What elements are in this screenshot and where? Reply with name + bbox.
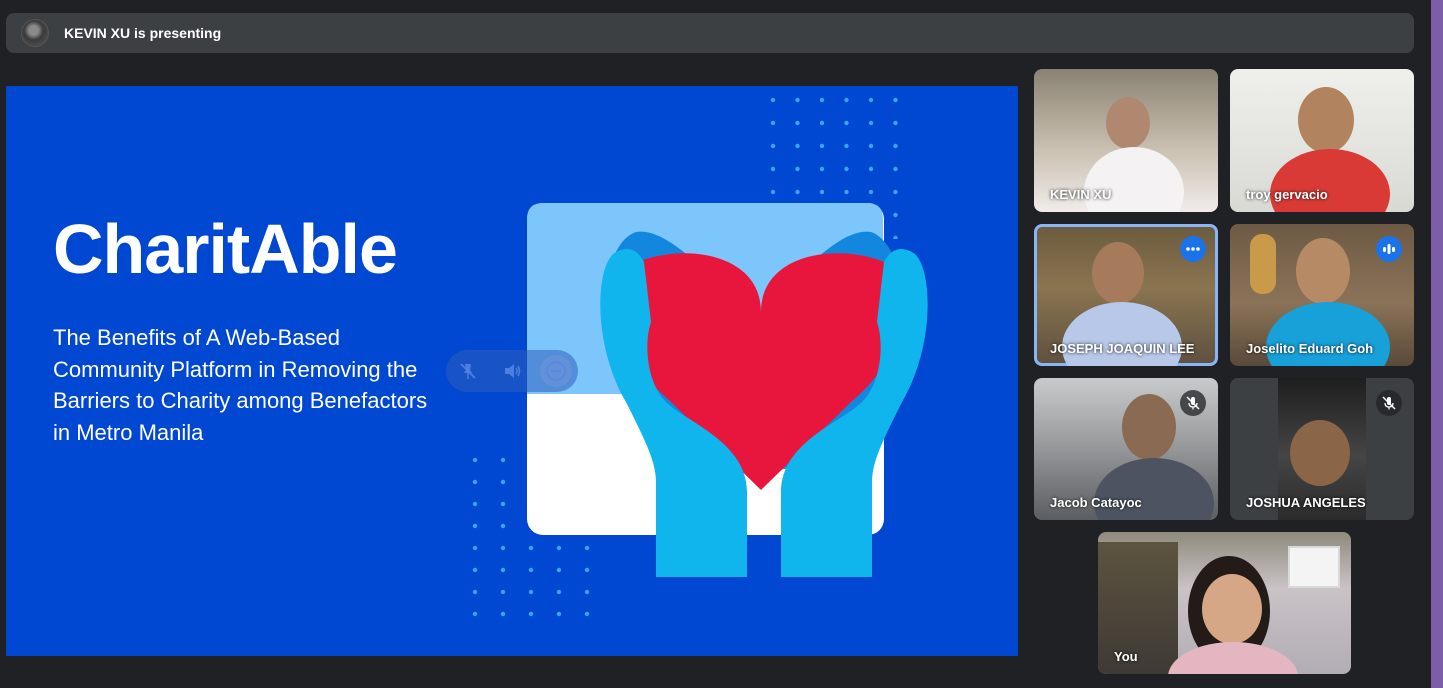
- remove-icon: [546, 361, 566, 381]
- slide-subtitle: The Benefits of A Web-Based Community Pl…: [53, 325, 428, 445]
- participant-video: [1266, 302, 1390, 366]
- participant-name: JOSHUA ANGELES: [1246, 495, 1366, 510]
- remove-button[interactable]: [540, 355, 572, 387]
- participant-name: Joselito Eduard Goh: [1246, 341, 1374, 356]
- volume-button[interactable]: [496, 355, 528, 387]
- participant-tile[interactable]: JOSHUA ANGELES: [1230, 378, 1414, 520]
- participant-video: [1290, 420, 1350, 486]
- participant-name: You: [1114, 649, 1138, 664]
- mic-off-icon: [1186, 396, 1200, 410]
- photo-frame: [1288, 546, 1340, 588]
- participant-video: [1106, 97, 1150, 149]
- participant-video: [1062, 302, 1182, 366]
- more-options-icon: [1186, 247, 1200, 251]
- participant-video: [1296, 238, 1350, 304]
- participant-video: [1092, 242, 1144, 304]
- speaking-indicator: [1376, 236, 1402, 262]
- hands-holding-heart-icon: [527, 203, 928, 577]
- participant-tile[interactable]: KEVIN XU: [1034, 69, 1218, 212]
- participant-video: [1094, 458, 1214, 520]
- guitar-in-background: [1250, 234, 1276, 294]
- presenter-controls: [446, 350, 578, 392]
- muted-indicator: [1180, 390, 1206, 416]
- participant-tile[interactable]: Joselito Eduard Goh: [1230, 224, 1414, 366]
- participant-name: JOSEPH JOAQUIN LEE: [1050, 341, 1195, 356]
- participant-tile[interactable]: You: [1098, 532, 1351, 674]
- presenting-text: KEVIN XU is presenting: [64, 25, 222, 41]
- participant-video: [1202, 574, 1262, 644]
- participant-video: [1122, 394, 1176, 460]
- more-options-button[interactable]: [1180, 236, 1206, 262]
- participant-tile[interactable]: JOSEPH JOAQUIN LEE: [1034, 224, 1218, 366]
- participant-name: Jacob Catayoc: [1050, 495, 1142, 510]
- presenter-avatar: [21, 19, 49, 47]
- volume-icon: [505, 364, 521, 378]
- participant-video: [1270, 149, 1390, 212]
- slide-title: CharitAble: [53, 210, 398, 288]
- muted-indicator: [1376, 390, 1402, 416]
- participant-tile[interactable]: troy gervacio: [1230, 69, 1414, 212]
- participant-video: [1084, 147, 1184, 212]
- participant-video: [1298, 87, 1354, 153]
- participant-name: KEVIN XU: [1050, 187, 1112, 202]
- unpin-button[interactable]: [452, 355, 484, 387]
- participant-tile[interactable]: Jacob Catayoc: [1034, 378, 1218, 520]
- audio-level-icon: [1383, 244, 1395, 254]
- presentation-slide: CharitAble The Benefits of A Web-Based C…: [6, 86, 1018, 656]
- participant-name: troy gervacio: [1246, 187, 1328, 202]
- shelf-in-background: [1098, 542, 1178, 674]
- mic-off-icon: [1382, 396, 1396, 410]
- window-edge: [1431, 0, 1443, 688]
- unpin-icon: [460, 363, 476, 379]
- participant-video: [1168, 642, 1298, 674]
- presenting-banner: KEVIN XU is presenting: [6, 13, 1414, 53]
